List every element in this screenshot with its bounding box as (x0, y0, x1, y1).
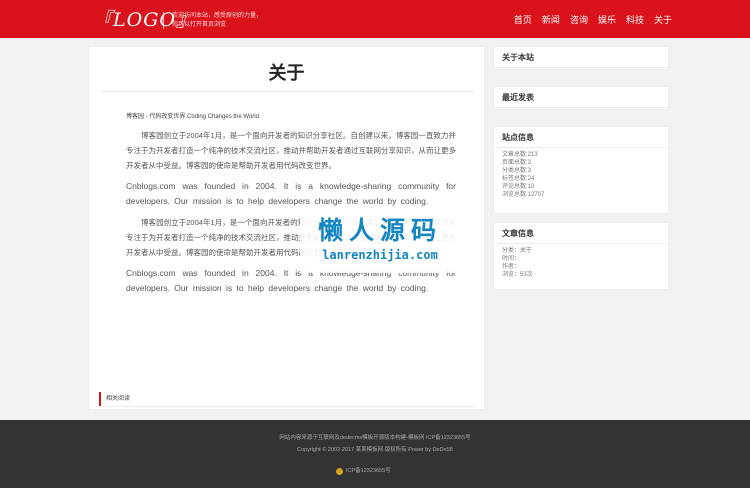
nav-about[interactable]: 关于 (654, 13, 672, 26)
watermark-text-cn: 懒人源码 (317, 216, 442, 245)
stat-tags: 标签总数:24 (502, 176, 535, 182)
site-slogan: 欢迎访问本站，感受原创的力量， 你可以打开首页浏览 (172, 12, 262, 30)
article-body: 博客园 - 代码改变世界 Coding Changes the World 博客… (126, 111, 456, 302)
nav-entertainment[interactable]: 娱乐 (598, 13, 616, 26)
nav-tech[interactable]: 科技 (626, 13, 644, 26)
stat-categories: 分类总数:3 (502, 168, 532, 174)
widget-recent-posts: 最近发表 (493, 86, 669, 110)
site-footer: 网站内容来源于互联网及dedecms模板开源版本构建-模板网 ICP备12323… (0, 420, 750, 488)
info-time: 时间： (502, 256, 521, 262)
slogan-line-1: 欢迎访问本站，感受原创的力量， (172, 13, 263, 19)
widget-title-recent: 最近发表 (494, 87, 668, 108)
main-nav: 首页 新闻 咨询 娱乐 科技 关于 (504, 0, 672, 38)
footer-icp[interactable]: ICP备12323655号 (336, 467, 391, 475)
stat-views: 浏览总数:12707 (502, 192, 545, 198)
info-views: 浏览：53次 (502, 272, 533, 278)
widget-article-info: 文章信息 分类：关于 时间： 作者： 浏览：53次 (493, 222, 669, 290)
info-category[interactable]: 分类：关于 (502, 247, 660, 255)
related-reading-heading: 相关阅读 (99, 392, 130, 406)
logo-divider (163, 12, 164, 29)
nav-home[interactable]: 首页 (514, 13, 532, 26)
police-badge-icon (336, 467, 343, 475)
stat-pages: 页面总数:3 (502, 160, 532, 166)
stat-comments: 评论总数:10 (502, 184, 535, 190)
article-subhead: 博客园 - 代码改变世界 Coding Changes the World (126, 114, 259, 120)
article-info-list: 分类：关于 时间： 作者： 浏览：53次 (494, 244, 668, 282)
watermark-text-en: lanrenzhijia.com (322, 248, 438, 262)
widget-about-site: 关于本站 (493, 46, 669, 70)
footer-copyright: Copyright © 2002-2017 某某模板网 版权所有 Power b… (297, 447, 453, 453)
page-title: 关于 (268, 63, 305, 83)
paragraph-cn-1: 博客园创立于2004年1月，是一个面向开发者的知识分享社区。自创建以来，博客园一… (126, 131, 456, 170)
nav-news[interactable]: 新闻 (542, 13, 560, 26)
footer-icp-text[interactable]: ICP备12323655号 (346, 467, 391, 475)
paragraph-en-1: Cnblogs.com was founded in 2004. It is a… (126, 181, 456, 206)
site-info-list: 文章总数:213 页面总数:3 分类总数:3 标签总数:24 评论总数:10 浏… (494, 148, 668, 202)
slogan-line-2: 你可以打开首页浏览 (172, 22, 227, 28)
widget-title-site-info: 站点信息 (494, 127, 668, 148)
watermark-overlay: 懒人源码 lanrenzhijia.com (300, 215, 460, 273)
top-header: 『LOGO』 欢迎访问本站，感受原创的力量， 你可以打开首页浏览 首页 新闻 咨… (0, 0, 750, 38)
stat-articles: 文章总数:213 (502, 152, 538, 158)
widget-title-about: 关于本站 (494, 47, 668, 68)
nav-consult[interactable]: 咨询 (570, 13, 588, 26)
related-divider (99, 406, 476, 407)
widget-title-article-info: 文章信息 (494, 223, 668, 244)
widget-site-info: 站点信息 文章总数:213 页面总数:3 分类总数:3 标签总数:24 评论总数… (493, 126, 669, 214)
title-divider (101, 91, 474, 92)
footer-line-1: 网站内容来源于互联网及dedecms模板开源版本构建-模板网 ICP备12323… (279, 435, 471, 441)
info-author: 作者： (502, 264, 521, 270)
